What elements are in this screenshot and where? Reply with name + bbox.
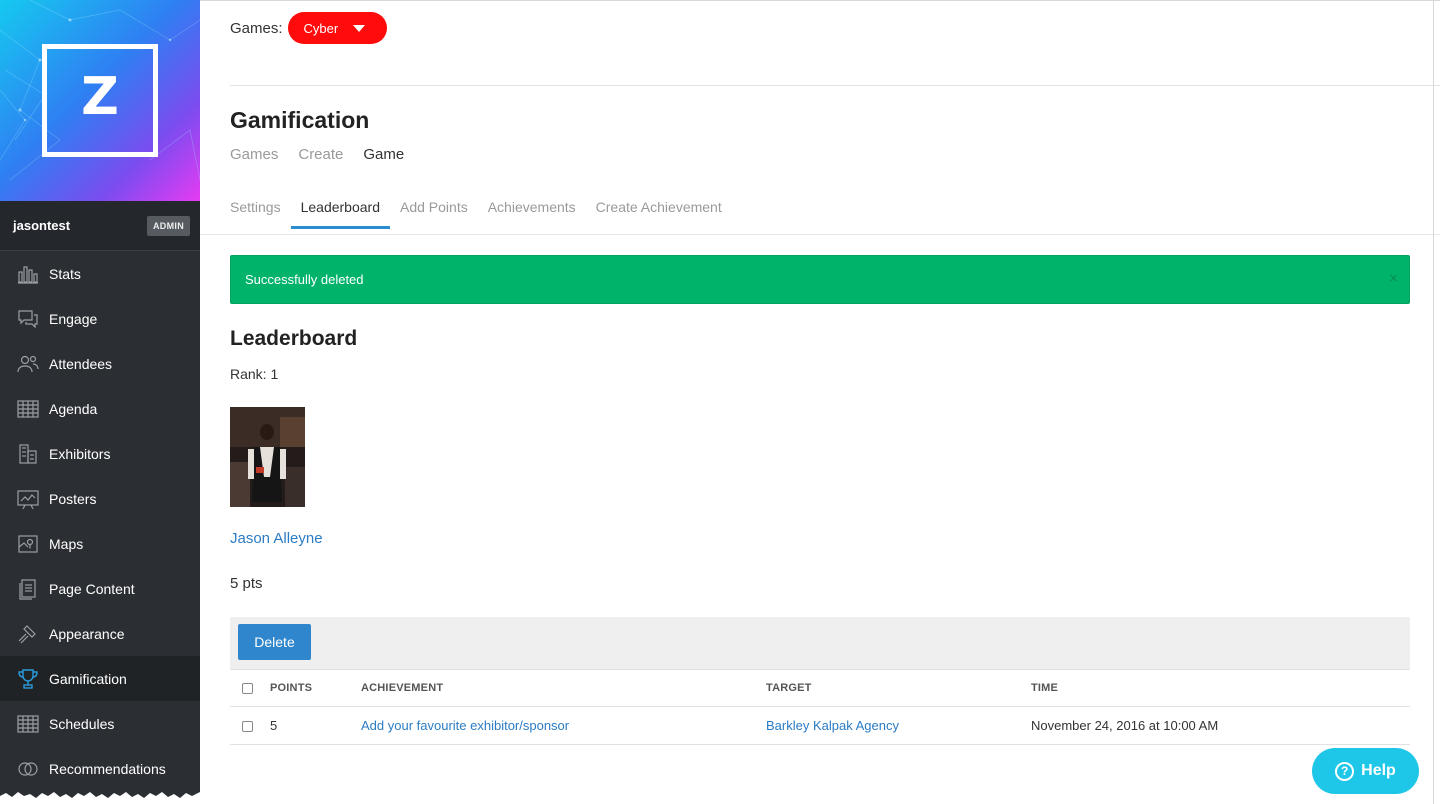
alert-message: Successfully deleted <box>245 272 364 287</box>
cell-target-link[interactable]: Barkley Kalpak Agency <box>766 706 1031 745</box>
right-border <box>1433 0 1434 804</box>
delete-button[interactable]: Delete <box>238 624 311 660</box>
cell-achievement-link[interactable]: Add your favourite exhibitor/sponsor <box>361 706 766 745</box>
sidebar-item-label: Appearance <box>49 625 125 642</box>
tab-create-achievement[interactable]: Create Achievement <box>586 199 732 229</box>
column-header-achievement[interactable]: ACHIEVEMENT <box>361 669 766 707</box>
sidebar-item-appearance[interactable]: Appearance <box>0 611 200 656</box>
column-header-points[interactable]: POINTS <box>270 669 361 707</box>
app-logo[interactable]: Z <box>42 44 158 157</box>
role-badge: ADMIN <box>147 215 190 236</box>
breadcrumb-game: Game <box>363 146 405 163</box>
buildings-icon <box>16 443 40 465</box>
success-alert: Successfully deleted × <box>230 255 1410 304</box>
sidebar-item-label: Agenda <box>49 400 98 417</box>
select-all-checkbox[interactable] <box>242 682 253 694</box>
sidebar-item-agenda[interactable]: Agenda <box>0 386 200 431</box>
close-icon[interactable]: × <box>1389 270 1398 287</box>
sidebar-item-maps[interactable]: Maps <box>0 521 200 566</box>
breadcrumb-games[interactable]: Games <box>230 146 278 163</box>
sidebar-item-exhibitors[interactable]: Exhibitors <box>0 431 200 476</box>
top-divider <box>200 0 1440 1</box>
column-header-time[interactable]: TIME <box>1031 669 1410 707</box>
select-all-cell <box>230 669 270 707</box>
rank-text: Rank: 1 <box>230 366 279 382</box>
sidebar-item-label: Page Content <box>49 580 135 597</box>
page-title: Gamification <box>230 107 370 133</box>
games-selector-row: Games: Cyber <box>230 12 387 44</box>
user-name-link[interactable]: Jason Alleyne <box>230 530 323 547</box>
games-selected-value: Cyber <box>303 20 339 36</box>
sidebar: Z jasontest ADMIN Stats Engage Attendees <box>0 0 200 804</box>
chat-bubbles-icon <box>16 308 40 330</box>
torn-edge-graphic <box>0 792 200 804</box>
overlapping-circles-icon <box>16 758 40 780</box>
sidebar-item-label: Recommendations <box>49 760 166 777</box>
people-icon <box>16 353 40 375</box>
sidebar-item-label: Gamification <box>49 670 127 687</box>
row-checkbox[interactable] <box>242 721 253 733</box>
sidebar-item-recommendations[interactable]: Recommendations <box>0 746 200 791</box>
bar-chart-icon <box>16 263 40 285</box>
sidebar-item-label: Stats <box>49 265 81 282</box>
trophy-icon <box>16 668 40 690</box>
sidebar-item-attendees[interactable]: Attendees <box>0 341 200 386</box>
tab-add-points[interactable]: Add Points <box>390 199 478 229</box>
leaderboard-title: Leaderboard <box>230 327 358 350</box>
tab-bar: Settings Leaderboard Add Points Achievem… <box>230 199 732 229</box>
tab-achievements[interactable]: Achievements <box>478 199 586 229</box>
main-content: Games: Cyber Gamification Games Create G… <box>200 0 1440 804</box>
sidebar-item-label: Schedules <box>49 715 115 732</box>
achievements-table: POINTS ACHIEVEMENT TARGET TIME 5 Add you… <box>230 669 1410 745</box>
presentation-board-icon <box>16 488 40 510</box>
breadcrumb: Games Create Game <box>230 146 404 163</box>
sidebar-item-gamification[interactable]: Gamification <box>0 656 200 701</box>
sidebar-nav: Stats Engage Attendees Agenda Exhibitors <box>0 251 200 791</box>
calendar-grid-icon <box>16 398 40 420</box>
calendar-grid-icon <box>16 713 40 735</box>
sidebar-item-label: Attendees <box>49 355 113 372</box>
header-divider <box>230 85 1440 86</box>
breadcrumb-create[interactable]: Create <box>298 146 343 163</box>
sidebar-item-label: Engage <box>49 310 98 327</box>
games-label: Games: <box>230 19 283 37</box>
help-label: Help <box>1361 762 1396 779</box>
sidebar-item-page-content[interactable]: Page Content <box>0 566 200 611</box>
sidebar-item-posters[interactable]: Posters <box>0 476 200 521</box>
sidebar-item-engage[interactable]: Engage <box>0 296 200 341</box>
table-header-row: POINTS ACHIEVEMENT TARGET TIME <box>230 669 1410 707</box>
avatar <box>230 407 305 507</box>
user-bar[interactable]: jasontest ADMIN <box>0 201 200 251</box>
tab-divider <box>200 234 1440 235</box>
logo-letter: Z <box>81 67 119 127</box>
tab-settings[interactable]: Settings <box>230 199 291 229</box>
brand-banner: Z <box>0 0 200 201</box>
cell-points: 5 <box>270 706 361 745</box>
map-icon <box>16 533 40 555</box>
table-row: 5 Add your favourite exhibitor/sponsor B… <box>230 706 1410 745</box>
table-toolbar: Delete <box>230 617 1410 669</box>
sidebar-item-schedules[interactable]: Schedules <box>0 701 200 746</box>
games-dropdown[interactable]: Cyber <box>287 12 387 44</box>
sidebar-item-label: Exhibitors <box>49 445 111 462</box>
help-button[interactable]: ? Help <box>1312 748 1419 794</box>
caret-down-icon <box>352 25 365 32</box>
hammer-icon <box>16 623 40 645</box>
column-header-target[interactable]: TARGET <box>766 669 1031 707</box>
row-select-cell <box>230 706 270 745</box>
document-icon <box>16 578 40 600</box>
sidebar-item-label: Maps <box>49 535 84 552</box>
cell-time: November 24, 2016 at 10:00 AM <box>1031 706 1410 745</box>
sidebar-item-label: Posters <box>49 490 97 507</box>
sidebar-item-stats[interactable]: Stats <box>0 251 200 296</box>
username: jasontest <box>13 218 71 233</box>
tab-leaderboard[interactable]: Leaderboard <box>290 199 390 229</box>
user-photo <box>230 407 305 507</box>
points-text: 5 pts <box>230 575 263 592</box>
question-mark-icon: ? <box>1335 761 1355 781</box>
